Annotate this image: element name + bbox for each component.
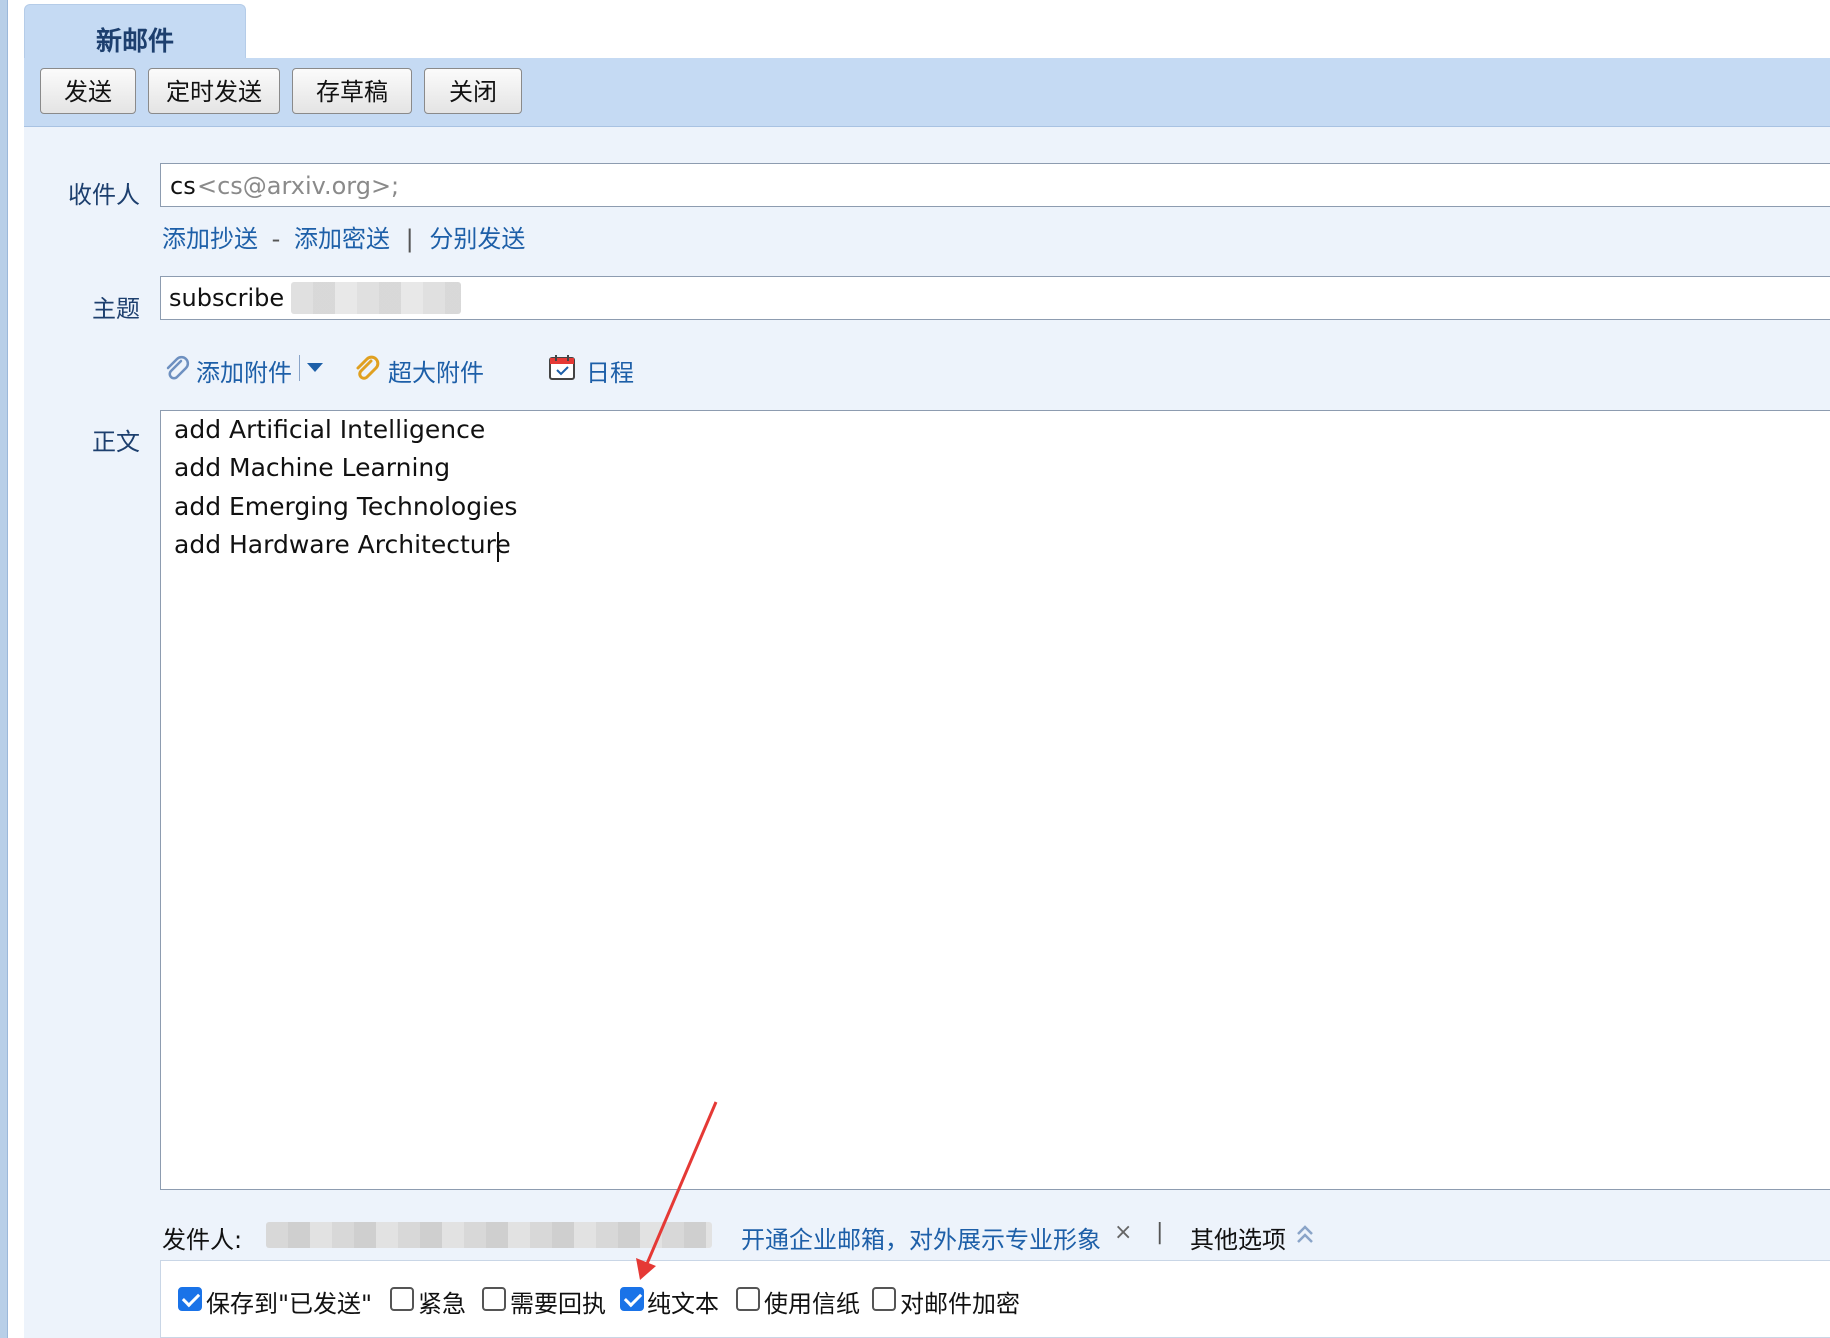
annotation-arrow [636, 1101, 718, 1280]
